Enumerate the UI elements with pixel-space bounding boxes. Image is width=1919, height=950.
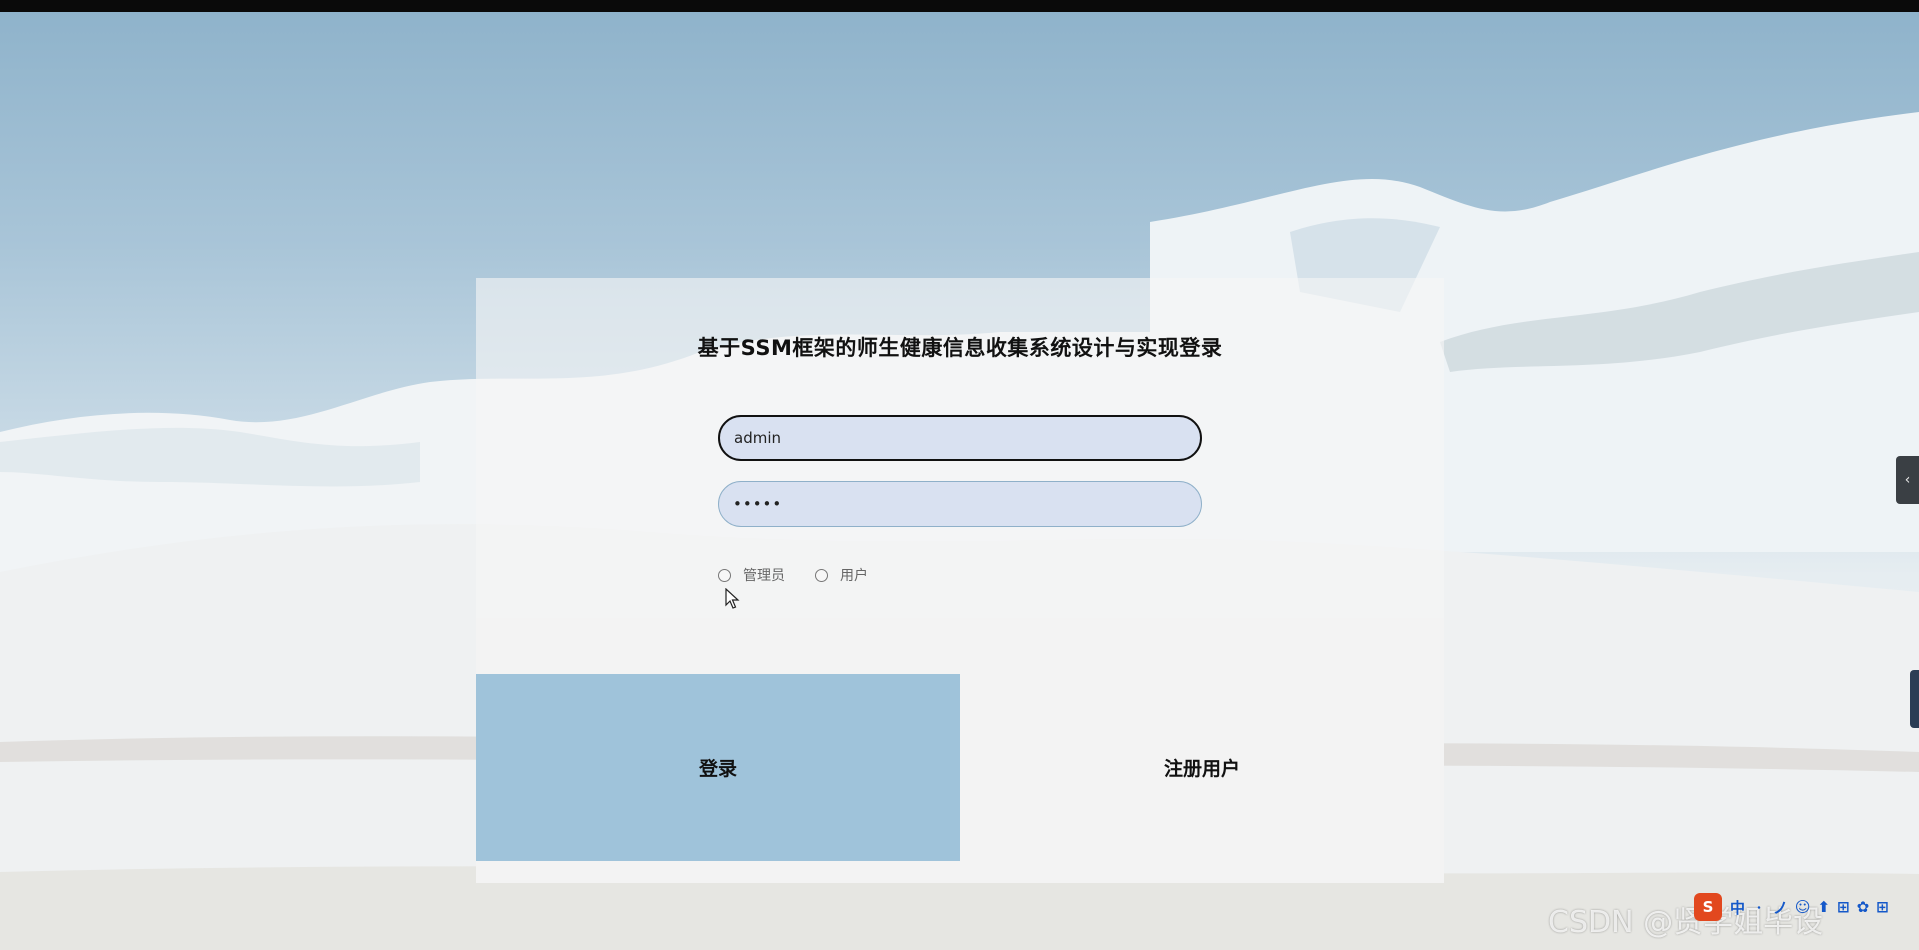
login-button[interactable]: 登录: [476, 674, 960, 861]
browser-top-bar: [0, 0, 1919, 12]
radio-button-icon[interactable]: [815, 568, 828, 582]
username-input[interactable]: [718, 415, 1202, 461]
mouse-pointer-icon: [725, 588, 740, 609]
ime-punctuation-icon[interactable]: ㆍ: [1752, 897, 1766, 918]
ime-emoji-icon[interactable]: ☺: [1795, 898, 1811, 916]
page-title: 基于SSM框架的师生健康信息收集系统设计与实现登录: [697, 336, 1223, 360]
ime-tools-icon[interactable]: ⊞: [1876, 898, 1889, 916]
register-user-button[interactable]: 注册用户: [960, 674, 1444, 861]
radio-button-icon[interactable]: [718, 568, 731, 582]
side-widget-edge[interactable]: [1910, 670, 1919, 728]
role-label: 用户: [840, 568, 868, 584]
password-input[interactable]: [718, 481, 1202, 527]
role-option-user[interactable]: 用户: [815, 565, 868, 585]
chevron-left-icon: ‹: [1904, 472, 1911, 488]
ime-skin-icon[interactable]: ✿: [1857, 898, 1870, 916]
ime-language-icon[interactable]: 中: [1730, 897, 1745, 918]
role-option-admin[interactable]: 管理员: [718, 565, 785, 585]
sogou-ime-logo-icon[interactable]: S: [1694, 893, 1722, 921]
login-card: 基于SSM框架的师生健康信息收集系统设计与实现登录 管理员 用户 登录 注册用户: [476, 278, 1444, 883]
ime-keyboard-icon[interactable]: ⊞: [1837, 898, 1850, 916]
role-selector: 管理员 用户: [718, 565, 898, 585]
ime-toolbar: S 中 ㆍ ノ ☺ ⬆ ⊞ ✿ ⊞: [1694, 892, 1896, 922]
ime-voice-icon[interactable]: ⬆: [1817, 898, 1830, 916]
role-label: 管理员: [743, 568, 785, 584]
side-panel-toggle[interactable]: ‹: [1896, 456, 1919, 504]
ime-handwrite-icon[interactable]: ノ: [1773, 897, 1788, 918]
